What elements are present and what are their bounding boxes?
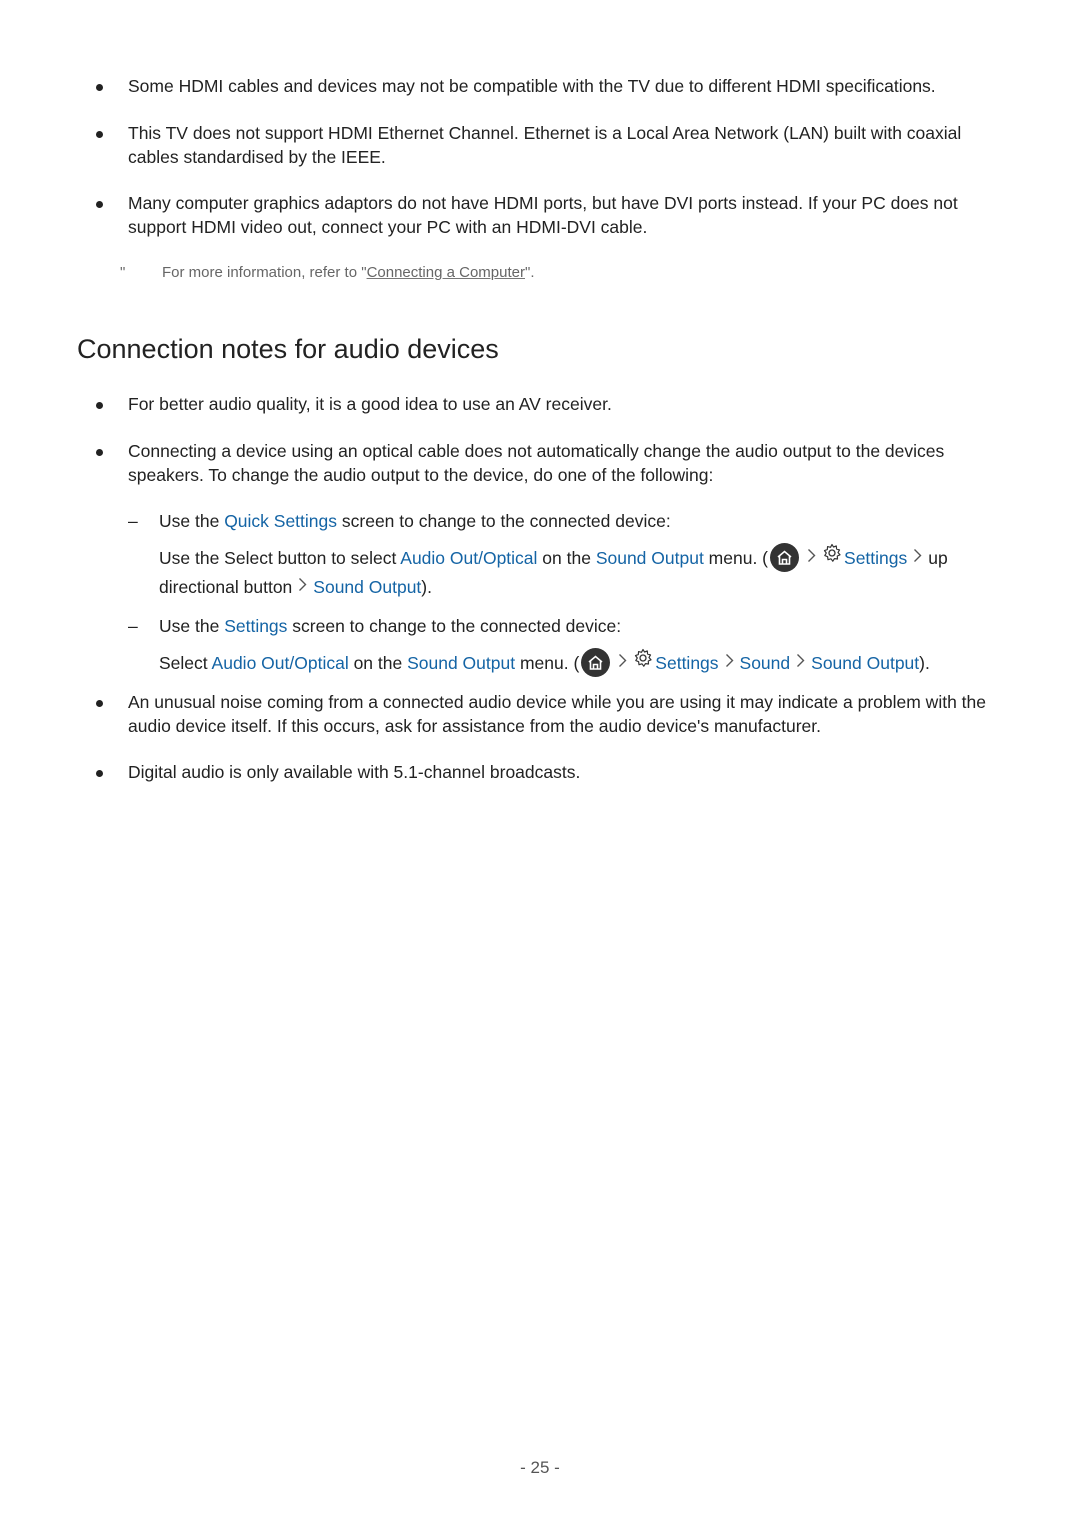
list-item: An unusual noise coming from a connected… [96, 691, 996, 738]
settings-link[interactable]: Settings [224, 616, 287, 636]
note-text: For more information, refer to "Connecti… [162, 264, 535, 281]
chevron-right-icon [725, 648, 734, 677]
chevron-right-icon [807, 543, 816, 572]
quick-settings-link[interactable]: Quick Settings [224, 511, 337, 531]
list-item: This TV does not support HDMI Ethernet C… [96, 122, 996, 169]
settings-link[interactable]: Settings [844, 548, 907, 568]
chevron-right-icon [618, 648, 627, 677]
list-item: For better audio quality, it is a good i… [96, 393, 996, 417]
instruction-paragraph: Select Audio Out/Optical on the Sound Ou… [159, 647, 930, 678]
gear-icon [822, 543, 842, 572]
sub-item-quick-settings: – Use the Quick Settings screen to chang… [128, 510, 671, 534]
chevron-right-icon [796, 648, 805, 677]
list-item: Digital audio is only available with 5.1… [96, 761, 996, 785]
bullet-icon [96, 449, 103, 456]
instruction-paragraph-cont: directional button Sound Output). [159, 573, 432, 602]
manual-page: Some HDMI cables and devices may not be … [0, 0, 1080, 1527]
sound-link[interactable]: Sound [740, 653, 791, 673]
settings-link[interactable]: Settings [655, 653, 718, 673]
page-number: - 25 - [520, 1458, 560, 1477]
audio-out-optical-link[interactable]: Audio Out/Optical [212, 653, 349, 673]
bullet-text: Digital audio is only available with 5.1… [128, 762, 581, 782]
connecting-computer-link[interactable]: Connecting a Computer [367, 264, 525, 281]
chevron-right-icon [913, 543, 922, 572]
bullet-text: Connecting a device using an optical cab… [128, 441, 945, 485]
instruction-paragraph: Use the Select button to select Audio Ou… [159, 542, 948, 573]
sound-output-link[interactable]: Sound Output [811, 653, 919, 673]
note-icon: " [120, 264, 126, 281]
home-icon [770, 542, 800, 572]
bullet-icon [96, 770, 103, 777]
bullet-text: Many computer graphics adaptors do not h… [128, 193, 958, 237]
list-item: Connecting a device using an optical cab… [96, 440, 996, 487]
bullet-icon [96, 402, 103, 409]
bullet-text: This TV does not support HDMI Ethernet C… [128, 123, 962, 167]
list-item: Some HDMI cables and devices may not be … [96, 75, 996, 99]
bullet-icon [96, 84, 103, 91]
section-title: Connection notes for audio devices [77, 334, 499, 364]
bullet-text: Some HDMI cables and devices may not be … [128, 76, 936, 96]
sound-output-link[interactable]: Sound Output [596, 548, 704, 568]
dash-icon: – [128, 616, 138, 636]
gear-icon [633, 648, 653, 677]
sound-output-link[interactable]: Sound Output [313, 577, 421, 597]
dash-icon: – [128, 511, 138, 531]
home-icon [581, 647, 611, 677]
audio-out-optical-link[interactable]: Audio Out/Optical [400, 548, 537, 568]
bullet-icon [96, 201, 103, 208]
bullet-text: For better audio quality, it is a good i… [128, 394, 612, 414]
sound-output-link[interactable]: Sound Output [407, 653, 515, 673]
bullet-icon [96, 131, 103, 138]
chevron-right-icon [298, 572, 307, 601]
bullet-icon [96, 700, 103, 707]
list-item: Many computer graphics adaptors do not h… [96, 192, 996, 239]
bullet-text: An unusual noise coming from a connected… [128, 692, 986, 736]
sub-item-settings: – Use the Settings screen to change to t… [128, 615, 621, 639]
